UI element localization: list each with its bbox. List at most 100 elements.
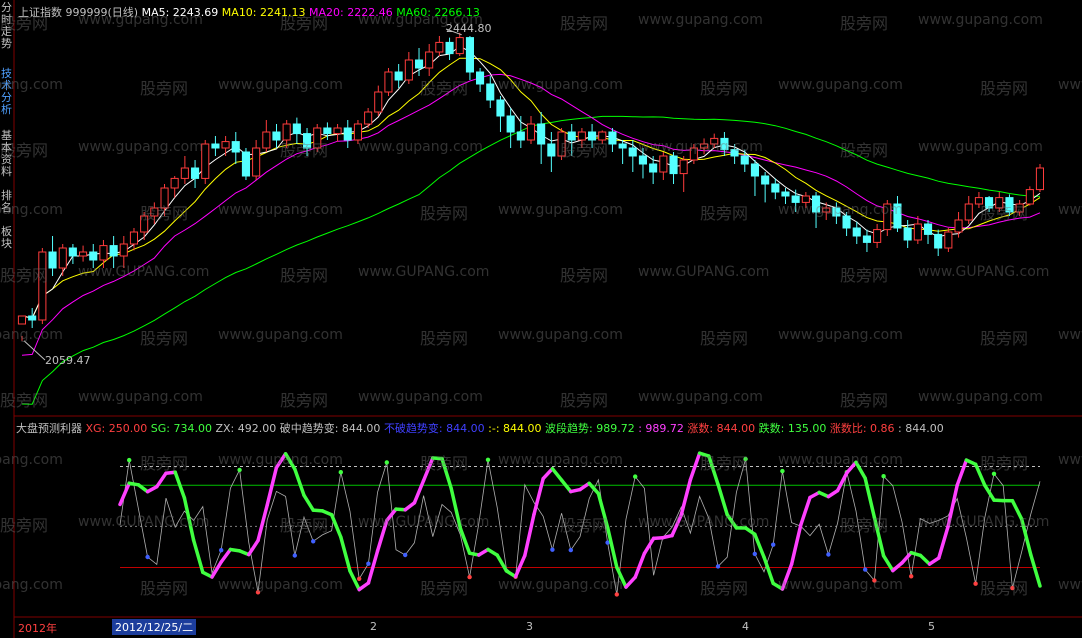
low-label: 2059.47 — [45, 354, 91, 367]
candle-body — [89, 251, 98, 261]
candle-body — [852, 227, 861, 237]
candle-body — [700, 143, 709, 149]
signal-dot — [715, 564, 721, 569]
tab-fundamentals-label: 基本资料 — [1, 129, 12, 178]
candle-body — [689, 147, 698, 161]
candle-body — [608, 131, 617, 145]
candle-body — [272, 131, 281, 141]
candle-body — [68, 247, 77, 257]
ma60-value: MA60: 2266.13 — [396, 6, 480, 19]
x-axis-year: 2012年 — [18, 620, 57, 636]
candle-body — [526, 123, 536, 141]
stock-chart[interactable] — [0, 0, 1082, 638]
candle-body — [628, 147, 637, 157]
zx-value: ZX: 492.00 — [215, 422, 277, 435]
signal-dot — [771, 542, 776, 547]
candle-body — [822, 207, 831, 213]
candle-body — [313, 127, 322, 149]
signal-dot — [219, 548, 224, 553]
candle-body — [109, 245, 118, 257]
candle-body — [1005, 197, 1014, 213]
candle-body — [883, 203, 892, 231]
candle-body — [1015, 203, 1024, 213]
tab-ranking[interactable]: 排名 — [1, 190, 15, 214]
candle-body — [282, 123, 291, 141]
candle-body — [842, 215, 851, 229]
signal-dot — [909, 574, 914, 579]
signal-dot — [881, 474, 886, 479]
candle-body — [333, 127, 342, 135]
candle-body — [832, 207, 841, 217]
candle-body — [862, 235, 872, 243]
indicator-name: 大盘预测利器 — [16, 422, 82, 435]
candle-body — [740, 155, 749, 165]
high-annotation: 2444.80 — [446, 22, 492, 35]
x-axis-month-4-label: 4 — [742, 620, 749, 633]
candle-body — [353, 123, 362, 141]
candle-body — [1035, 167, 1045, 191]
candle-body — [506, 115, 515, 133]
candle-body — [761, 175, 770, 185]
candle-body — [547, 143, 556, 157]
candle-body — [496, 99, 505, 117]
candle-body — [221, 141, 230, 149]
cursor-date-badge: 2012/12/25/二 — [112, 619, 197, 635]
pzqsb-value: 破中趋势变: 844.00 — [279, 422, 381, 435]
candle-body — [241, 151, 250, 177]
candle-body — [720, 137, 729, 151]
candle-body — [985, 197, 994, 209]
candle-body — [364, 111, 373, 125]
candle-body — [801, 195, 810, 203]
candle-body — [465, 37, 474, 73]
candle-body — [119, 243, 128, 257]
tab-sector[interactable]: 板块 — [1, 226, 15, 250]
signal-dot — [614, 592, 619, 597]
tab-time-sharing[interactable]: 分时走势 — [1, 2, 15, 50]
sep-value: :-: 844.00 — [488, 422, 542, 435]
candle-body — [425, 51, 434, 69]
candle-body — [995, 197, 1004, 209]
candle-body — [262, 131, 271, 149]
x-axis-month-2-label: 2 — [370, 620, 377, 633]
signal-dot — [991, 471, 997, 476]
bbqsb-value: 不破趋势变: 844.00 — [383, 422, 485, 435]
signal-dot — [863, 567, 868, 572]
signal-dot — [127, 457, 132, 463]
signal-dot — [550, 547, 555, 552]
x-axis-month-3: 3 — [526, 620, 533, 633]
zs-value: 涨数: 844.00 — [687, 422, 756, 435]
x-axis-month-3-label: 3 — [526, 620, 533, 633]
tab-technical-analysis[interactable]: 技术分析 — [1, 68, 15, 116]
candle-body — [516, 131, 525, 141]
candle-body — [598, 131, 607, 141]
candle-body — [557, 131, 566, 157]
candle-body — [710, 137, 719, 145]
tab-fundamentals[interactable]: 基本资料 — [1, 130, 15, 178]
candle-body — [252, 147, 261, 177]
candle-body — [476, 71, 485, 85]
tab-ranking-label: 排名 — [1, 189, 12, 214]
candle-body — [415, 59, 424, 69]
sg-value: SG: 734.00 — [150, 422, 212, 435]
signal-dot — [1010, 585, 1015, 591]
candle-body — [38, 251, 47, 321]
candle-body — [170, 177, 179, 189]
candle-body — [201, 143, 210, 179]
candle-body — [99, 245, 108, 261]
candle-body — [913, 223, 922, 241]
candle-body — [974, 197, 984, 205]
zsb-value: 涨数比: 0.86 — [829, 422, 895, 435]
main-header: 上证指数 999999(日线) MA5: 2243.69 MA10: 2241.… — [18, 4, 480, 20]
candle-body — [964, 203, 973, 221]
signal-dot — [973, 581, 978, 586]
x-axis-month-5-label: 5 — [928, 620, 935, 633]
candle-body — [730, 149, 739, 157]
bdqs2-value: : 989.72 — [638, 422, 684, 435]
candle-body — [211, 143, 220, 149]
candle-body — [384, 71, 393, 93]
cursor-date-label: 2012/12/25/二 — [115, 621, 194, 634]
candle-body — [954, 219, 963, 233]
signal-dot — [357, 576, 362, 581]
index-code: 999999(日线) — [65, 6, 139, 19]
candle-body — [129, 231, 138, 245]
